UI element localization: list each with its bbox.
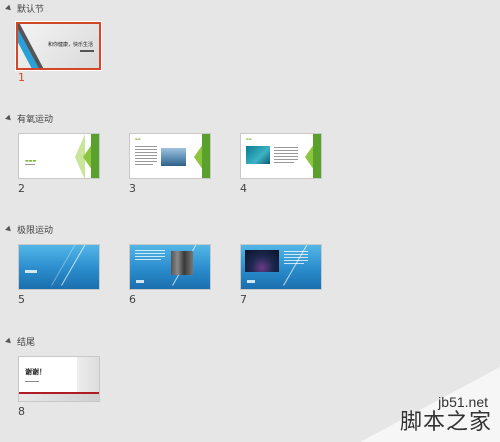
text-line	[135, 253, 165, 254]
green-shape	[91, 134, 99, 178]
slide-thumbnail-7[interactable]	[240, 244, 322, 290]
slide-title	[25, 270, 37, 273]
text-line	[274, 156, 298, 157]
collapse-triangle-icon[interactable]	[5, 225, 13, 233]
section-title: 结尾	[17, 337, 36, 348]
text-line	[135, 250, 165, 251]
text-line	[135, 152, 157, 153]
lake-image	[161, 148, 186, 166]
slide-heading: ▬▬	[246, 137, 252, 141]
slide-subtitle	[80, 50, 94, 52]
slide-title: 和你健康，快乐生活	[48, 42, 94, 48]
section-title: 有氧运动	[17, 114, 54, 125]
collapse-triangle-icon[interactable]	[5, 4, 13, 12]
slide-subtitle	[25, 381, 39, 382]
text-line	[135, 164, 153, 165]
night-sky-image	[245, 250, 279, 272]
watermark: jb51.net 脚本之家	[360, 367, 500, 442]
slide-caption	[136, 280, 144, 283]
slide-number: 7	[240, 293, 247, 306]
green-shape	[202, 134, 210, 178]
text-line	[274, 150, 298, 151]
slide-heading: ▬▬	[135, 137, 141, 141]
text-line	[284, 257, 308, 258]
text-line	[284, 260, 308, 261]
text-line	[274, 153, 298, 154]
slide-decoration	[77, 357, 99, 395]
text-line	[135, 158, 157, 159]
text-line	[135, 146, 157, 147]
text-line	[274, 162, 294, 163]
slide-title: ▬▬▬	[25, 158, 37, 163]
slide-thumbnail-4[interactable]: ▬▬	[240, 133, 322, 179]
slide-thumbnail-2[interactable]: ▬▬▬	[18, 133, 100, 179]
section-header-extreme[interactable]: 极限运动	[5, 222, 54, 236]
text-line	[135, 149, 157, 150]
slide-number: 3	[129, 182, 136, 195]
slide-thumbnail-3[interactable]: ▬▬	[129, 133, 211, 179]
slide-number: 8	[18, 405, 25, 418]
slide-number: 6	[129, 293, 136, 306]
slide-thumbnail-5[interactable]	[18, 244, 100, 290]
slide-subtitle	[25, 164, 35, 165]
text-line	[135, 161, 157, 162]
text-line	[274, 147, 298, 148]
text-line	[284, 254, 308, 255]
section-title: 默认节	[17, 4, 45, 15]
collapse-triangle-icon[interactable]	[5, 114, 13, 122]
text-line	[135, 155, 157, 156]
red-footer-bar	[19, 392, 99, 401]
text-line	[135, 256, 165, 257]
slide-thumbnail-8[interactable]: 谢谢！	[18, 356, 100, 402]
slide-thumbnail-6[interactable]	[129, 244, 211, 290]
section-header-ending[interactable]: 结尾	[5, 334, 36, 348]
watermark-site-name: 脚本之家	[399, 410, 492, 435]
text-line	[274, 159, 298, 160]
slide-title: 谢谢！	[25, 367, 46, 376]
slide-thumbnail-1[interactable]: 和你健康，快乐生活	[15, 21, 102, 71]
collapse-triangle-icon[interactable]	[5, 337, 13, 345]
slide-number: 5	[18, 293, 25, 306]
text-line	[135, 259, 161, 260]
green-shape	[313, 134, 321, 178]
rock-climbing-image	[171, 251, 193, 275]
section-title: 极限运动	[17, 225, 54, 236]
text-line	[284, 251, 308, 252]
section-header-aerobic[interactable]: 有氧运动	[5, 111, 54, 125]
text-line	[284, 263, 304, 264]
slide-number: 2	[18, 182, 25, 195]
slide-number: 1	[18, 71, 25, 84]
sea-image	[246, 146, 270, 164]
slide-number: 4	[240, 182, 247, 195]
section-header-default[interactable]: 默认节	[5, 1, 45, 15]
slide-caption	[247, 280, 255, 283]
